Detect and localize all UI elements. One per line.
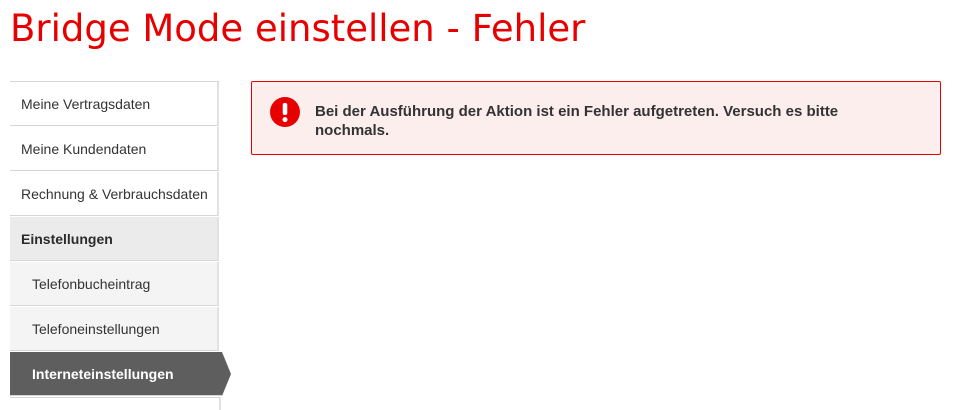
sidebar-item-vertragsdaten[interactable]: Meine Vertragsdaten — [10, 82, 219, 126]
sidebar-item-label: Meine Kundendaten — [21, 140, 147, 157]
sidebar-item-label: Rechnung & Verbrauchsdaten — [21, 185, 208, 202]
sidebar-continuation — [10, 397, 221, 410]
error-message: Bei der Ausführung der Aktion ist ein Fe… — [315, 103, 839, 139]
sidebar-section-einstellungen[interactable]: Einstellungen — [10, 217, 219, 261]
error-alert: Bei der Ausführung der Aktion ist ein Fe… — [251, 81, 941, 155]
sidebar-item-label: Meine Vertragsdaten — [21, 95, 151, 112]
sidebar-item-rechnung[interactable]: Rechnung & Verbrauchsdaten — [10, 172, 219, 216]
sidebar-section-label: Einstellungen — [21, 230, 113, 247]
sidebar-item-label: Telefoneinstellungen — [32, 320, 160, 337]
page-title: Bridge Mode einstellen - Fehler — [10, 7, 586, 50]
sidebar-item-telefonbucheintrag[interactable]: Telefonbucheintrag — [10, 262, 219, 306]
active-indicator-arrow — [222, 352, 231, 396]
exclamation-circle-icon — [270, 97, 300, 127]
sidebar-item-interneteinstellungen[interactable]: Interneteinstellungen — [10, 352, 231, 396]
sidebar-item-label: Telefonbucheintrag — [32, 275, 151, 292]
sidebar-nav: Meine Vertragsdaten Meine Kundendaten Re… — [10, 81, 231, 410]
sidebar-item-label: Interneteinstellungen — [32, 365, 174, 382]
sidebar-item-telefoneinstellungen[interactable]: Telefoneinstellungen — [10, 307, 219, 351]
sidebar-item-kundendaten[interactable]: Meine Kundendaten — [10, 127, 219, 171]
